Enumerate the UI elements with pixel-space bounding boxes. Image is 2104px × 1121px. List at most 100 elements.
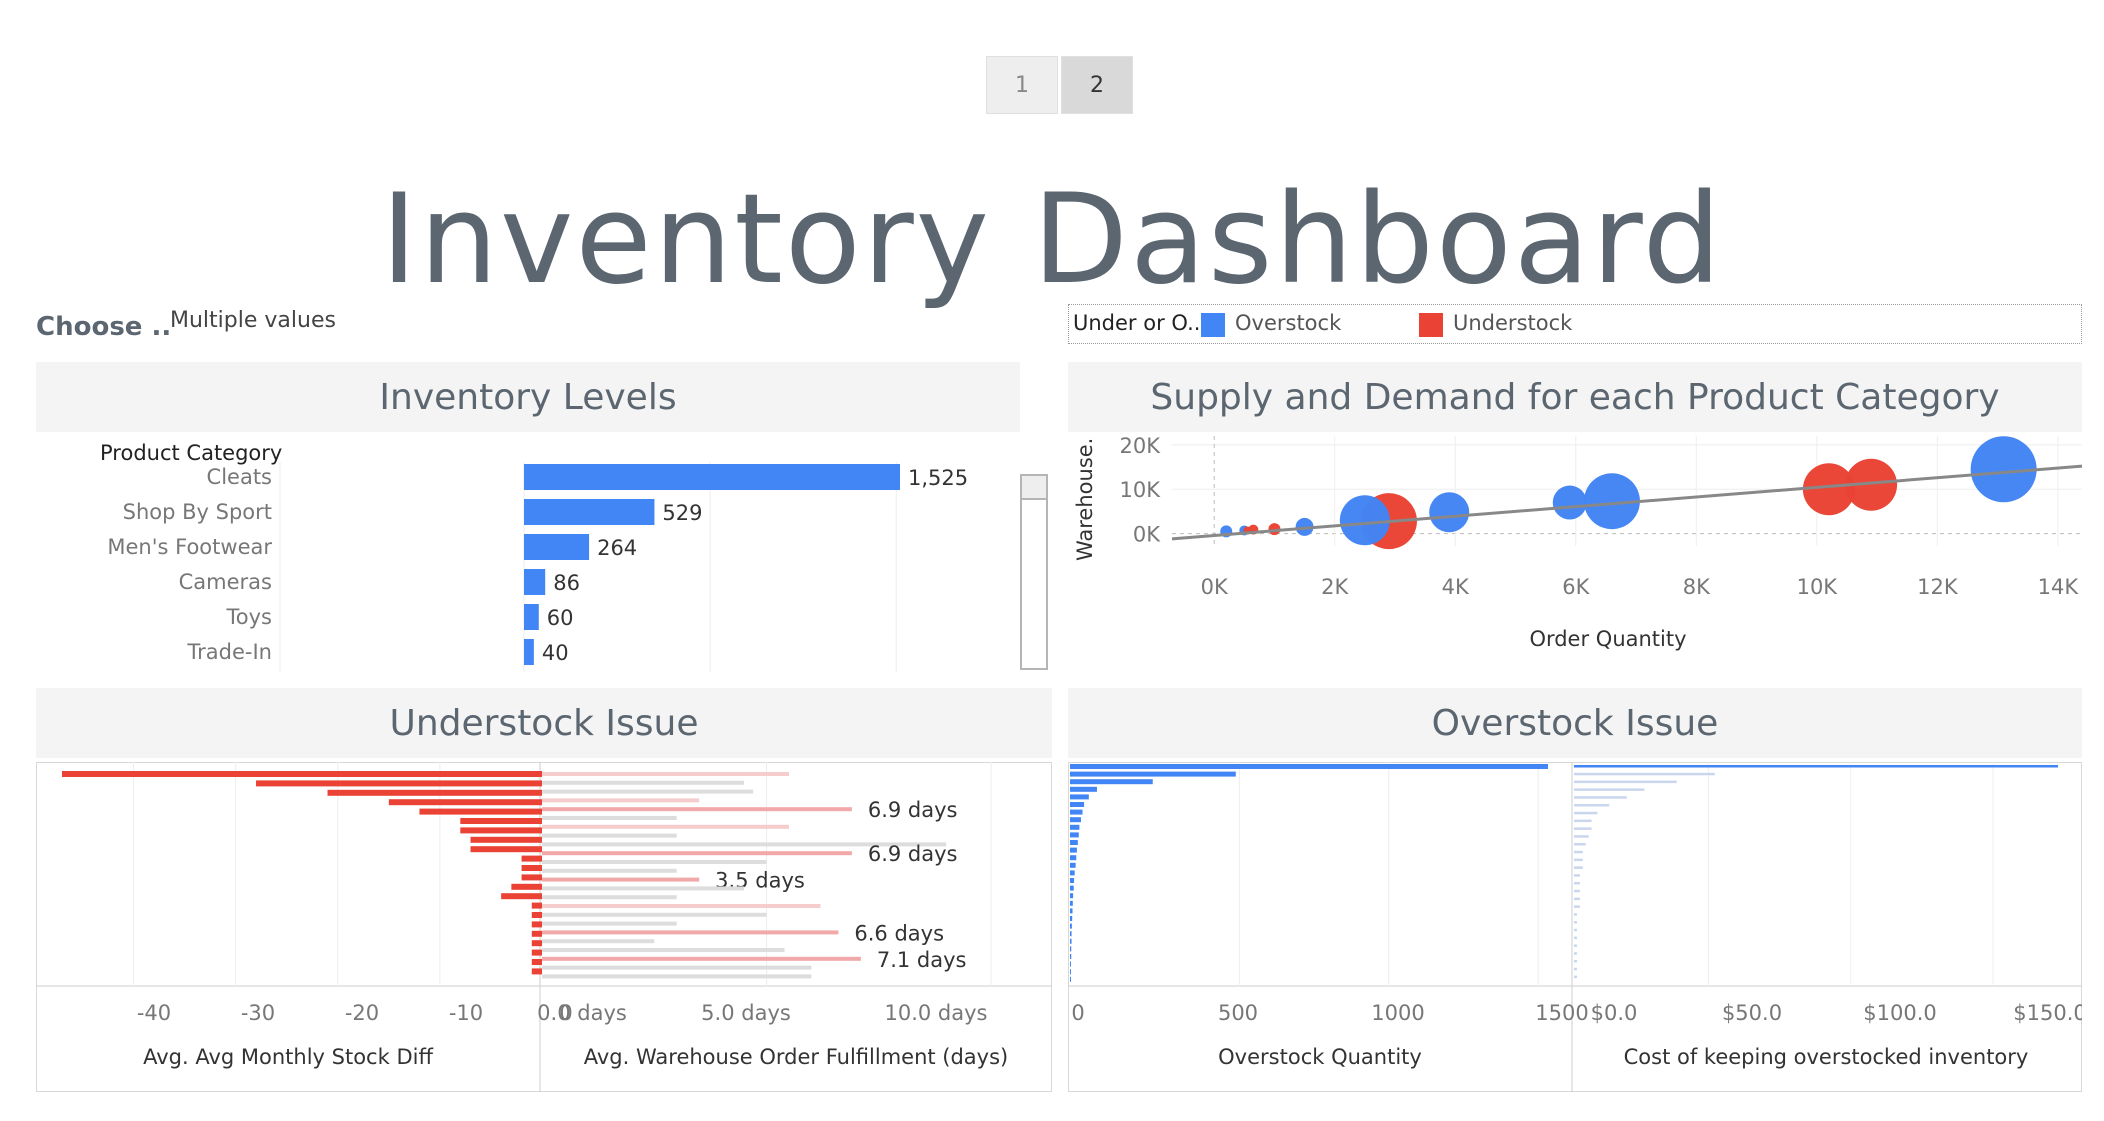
fulfillment-bar (542, 798, 700, 803)
bar-value-label: 86 (553, 571, 580, 595)
overstock-qty-bar (1070, 976, 1071, 982)
x-tick-label: -40 (137, 1001, 171, 1025)
x-axis-title: Avg. Warehouse Order Fulfillment (days) (584, 1045, 1009, 1069)
overstock-cost-bar (1574, 804, 1610, 807)
scrollbar-thumb[interactable] (1022, 476, 1046, 500)
fulfillment-bar (542, 851, 852, 856)
overstock-cost-bar (1574, 889, 1580, 893)
category-label: Cleats (207, 465, 272, 489)
fulfillment-bar (542, 921, 677, 926)
x-tick-label: 0.0 days (537, 1001, 627, 1025)
stock-diff-bar (470, 846, 542, 853)
overstock-cost-bar (1574, 928, 1577, 932)
filter-dropdown[interactable]: Multiple values (170, 308, 336, 333)
overstock-qty-bar (1070, 885, 1074, 891)
y-tick-label: 0K (1133, 523, 1161, 547)
fulfillment-bar (542, 956, 861, 961)
overstock-cost-bar (1574, 796, 1627, 799)
y-tick-label: 10K (1120, 478, 1162, 502)
x-tick-label: 8K (1683, 575, 1711, 599)
stock-diff-bar (531, 949, 542, 956)
supply-demand-header: Supply and Demand for each Product Categ… (1068, 362, 2082, 432)
fulfillment-bar (542, 868, 677, 873)
fulfillment-bar (542, 807, 852, 812)
overstock-qty-bar (1070, 954, 1072, 959)
fulfillment-bar (542, 886, 745, 891)
overstock-cost-bar (1574, 858, 1583, 862)
fulfillment-value-label: 7.1 days (877, 948, 967, 972)
stock-diff-bar (62, 771, 542, 777)
x-tick-label: 500 (1218, 1001, 1258, 1025)
legend-swatch-overstock[interactable] (1201, 313, 1225, 337)
axis-header-product-category: Product Category (100, 441, 282, 465)
category-label: Men's Footwear (107, 535, 272, 559)
understock-issue-header: Understock Issue (36, 688, 1052, 758)
overstock-cost-bar (1574, 967, 1577, 971)
overstock-qty-bar (1070, 794, 1089, 800)
overstock-cost-bar (1574, 843, 1586, 846)
overstock-cost-bar (1574, 866, 1583, 869)
y-axis-title: Warehouse.. (1073, 436, 1097, 561)
filter-label: Choose .. (36, 312, 172, 342)
stock-diff-bar (531, 902, 542, 909)
overstock-qty-bar (1070, 931, 1072, 937)
legend-swatch-understock[interactable] (1419, 313, 1443, 337)
overstock-qty-bar (1070, 847, 1077, 853)
stock-diff-bar (531, 930, 542, 937)
overstock-qty-bar (1070, 824, 1080, 830)
inventory-levels-scrollbar[interactable] (1020, 474, 1048, 670)
x-tick-label: -20 (345, 1001, 379, 1025)
category-label: Cameras (179, 570, 272, 594)
x-tick-label: 0K (1201, 575, 1229, 599)
legend-title: Under or O.. (1073, 311, 1201, 335)
stock-diff-bar (531, 940, 542, 947)
overstock-qty-bar (1070, 786, 1097, 792)
overstock-qty-bar (1070, 961, 1071, 967)
overstock-point (1552, 485, 1587, 520)
overstock-qty-bar (1070, 923, 1072, 929)
overstock-cost-bar (1574, 960, 1577, 963)
stock-diff-bar (531, 912, 542, 918)
overstock-qty-bar (1070, 908, 1073, 914)
overstock-qty-bar (1070, 771, 1236, 777)
stock-diff-bar (531, 959, 542, 965)
page-button-1[interactable]: 1 (986, 56, 1058, 114)
overstock-point (1339, 495, 1390, 546)
inventory-bar (524, 464, 900, 490)
x-tick-label: $50.0 (1722, 1001, 1782, 1025)
category-label: Shop By Sport (123, 500, 272, 524)
fulfillment-bar (542, 824, 789, 829)
overstock-qty-bar (1070, 900, 1073, 906)
x-axis-title: Order Quantity (1529, 627, 1686, 651)
overstock-qty-bar (1070, 840, 1078, 845)
fulfillment-value-label: 6.9 days (868, 842, 958, 866)
legend-item-understock[interactable]: Understock (1453, 311, 1572, 335)
x-tick-label: -30 (241, 1001, 275, 1025)
page-button-2[interactable]: 2 (1061, 56, 1133, 114)
x-tick-label: 1500 (1535, 1001, 1588, 1025)
y-tick-label: 20K (1120, 436, 1162, 458)
overstock-qty-bar (1070, 938, 1072, 944)
fulfillment-bar (542, 895, 677, 900)
overstock-cost-bar (1574, 936, 1577, 940)
fulfillment-bar (542, 833, 677, 838)
x-axis-title: Avg. Avg Monthly Stock Diff (143, 1045, 433, 1069)
overstock-cost-bar (1574, 780, 1677, 784)
overstock-qty-bar (1070, 870, 1075, 876)
overstock-point (1429, 492, 1470, 533)
overstock-issue-header: Overstock Issue (1068, 688, 2082, 758)
overstock-cost-bar (1574, 952, 1577, 955)
page-title: Inventory Dashboard (380, 168, 1724, 312)
overstock-cost-bar (1574, 897, 1580, 901)
legend-item-overstock[interactable]: Overstock (1235, 311, 1341, 335)
overstock-cost-bar (1574, 921, 1577, 924)
fulfillment-bar (542, 816, 677, 820)
inventory-bar (524, 569, 546, 595)
bar-value-label: 529 (662, 501, 702, 525)
x-tick-label: 10.0 days (884, 1001, 987, 1025)
overstock-cost-bar (1574, 850, 1583, 854)
x-tick-label: 1000 (1371, 1001, 1424, 1025)
inventory-bar (524, 499, 655, 525)
overstock-cost-bar (1574, 788, 1645, 791)
stock-diff-bar (521, 865, 542, 871)
